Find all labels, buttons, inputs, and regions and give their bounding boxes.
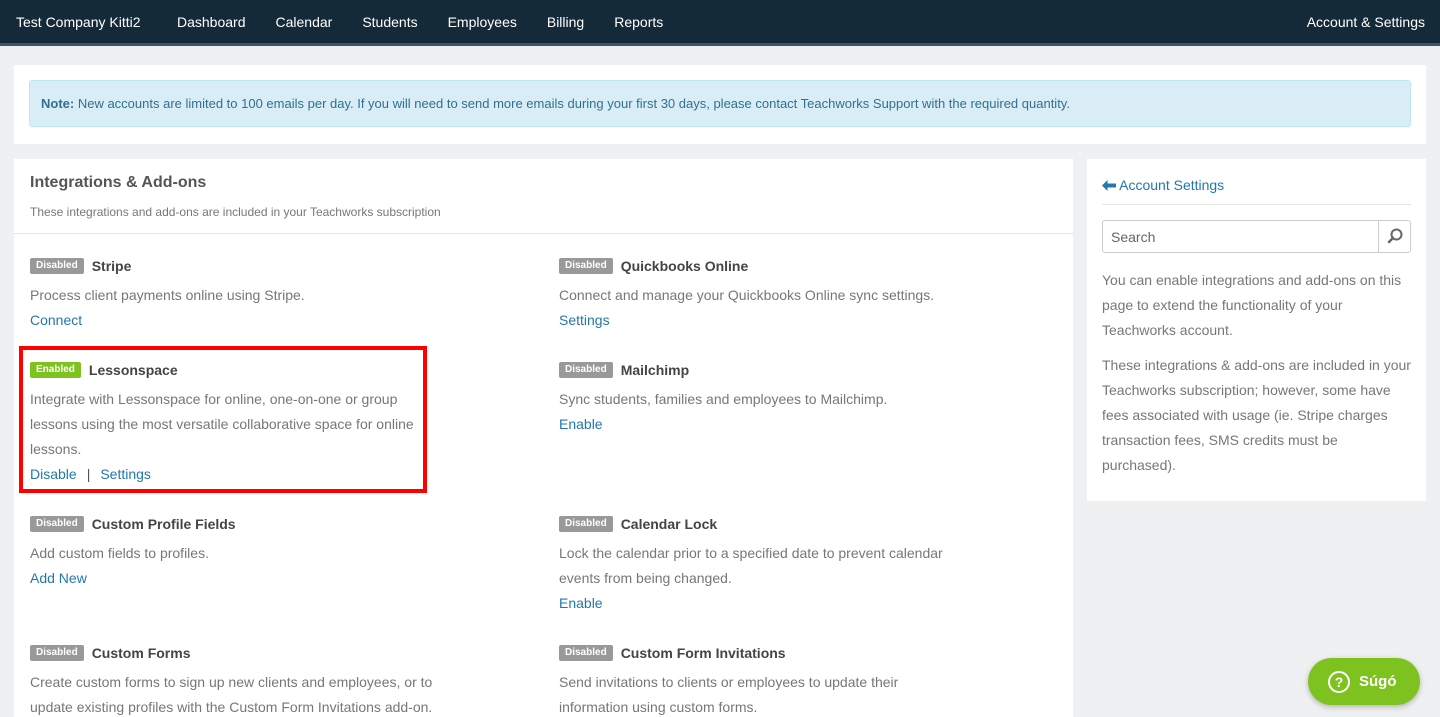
status-badge: Disabled xyxy=(30,258,84,274)
integration-custom-profile-fields: Disabled Custom Profile Fields Add custo… xyxy=(30,516,450,588)
integration-name: Stripe xyxy=(91,258,132,274)
integration-description: Process client payments online using Str… xyxy=(30,287,305,303)
status-badge: Disabled xyxy=(559,258,613,274)
integration-mailchimp: Disabled Mailchimp Sync students, famili… xyxy=(559,362,979,434)
integration-description: Add custom fields to profiles. xyxy=(30,545,209,561)
help-button[interactable]: ? Súgó xyxy=(1308,658,1420,705)
divider xyxy=(1102,204,1411,205)
integration-quickbooks: Disabled Quickbooks Online Connect and m… xyxy=(559,258,979,330)
arrow-left-icon xyxy=(1102,180,1116,191)
connect-link[interactable]: Connect xyxy=(30,312,82,328)
status-badge: Disabled xyxy=(30,516,84,532)
status-badge: Disabled xyxy=(30,645,84,661)
integration-description: Create custom forms to sign up new clien… xyxy=(30,674,433,715)
integration-stripe: Disabled Stripe Process client payments … xyxy=(30,258,450,330)
account-settings-menu[interactable]: Account & Settings xyxy=(1307,14,1425,30)
search-button[interactable] xyxy=(1378,221,1410,252)
sidebar-description-2: These integrations & add-ons are include… xyxy=(1102,357,1411,473)
note-panel: Note: New accounts are limited to 100 em… xyxy=(14,65,1426,144)
nav-billing[interactable]: Billing xyxy=(547,14,584,30)
integration-name: Custom Form Invitations xyxy=(620,645,786,661)
integration-custom-form-invitations: Disabled Custom Form Invitations Send in… xyxy=(559,645,919,717)
integration-calendar-lock: Disabled Calendar Lock Lock the calendar… xyxy=(559,516,959,613)
integration-description: Lock the calendar prior to a specified d… xyxy=(559,545,943,586)
top-navbar: Test Company Kitti2 Dashboard Calendar S… xyxy=(0,0,1440,46)
question-icon: ? xyxy=(1328,670,1350,693)
highlight-box xyxy=(19,346,427,493)
page-title: Integrations & Add-ons xyxy=(30,174,207,191)
add-new-link[interactable]: Add New xyxy=(30,570,87,586)
integration-description: Sync students, families and employees to… xyxy=(559,391,888,407)
enable-link[interactable]: Enable xyxy=(559,416,603,432)
sidebar-panel: Account Settings You can enable integrat… xyxy=(1087,159,1426,501)
status-badge: Disabled xyxy=(559,516,613,532)
nav-calendar[interactable]: Calendar xyxy=(276,14,333,30)
search-box xyxy=(1102,220,1411,253)
email-limit-alert: Note: New accounts are limited to 100 em… xyxy=(29,80,1411,127)
integration-custom-forms: Disabled Custom Forms Create custom form… xyxy=(30,645,445,717)
back-link-label: Account Settings xyxy=(1119,177,1225,193)
divider xyxy=(14,233,1073,234)
settings-link[interactable]: Settings xyxy=(559,312,610,328)
company-brand[interactable]: Test Company Kitti2 xyxy=(16,14,141,30)
integration-description: Send invitations to clients or employees… xyxy=(559,674,899,715)
nav-reports[interactable]: Reports xyxy=(614,14,663,30)
integration-name: Quickbooks Online xyxy=(620,258,749,274)
enable-link[interactable]: Enable xyxy=(559,595,603,611)
help-label: Súgó xyxy=(1359,673,1397,690)
note-label: Note: xyxy=(41,96,75,111)
nav-employees[interactable]: Employees xyxy=(448,14,517,30)
search-icon xyxy=(1387,228,1403,244)
page-subtitle: These integrations and add-ons are inclu… xyxy=(30,205,441,219)
integration-name: Custom Forms xyxy=(91,645,191,661)
back-to-account-settings[interactable]: Account Settings xyxy=(1102,177,1224,193)
status-badge: Disabled xyxy=(559,362,613,378)
integration-description: Connect and manage your Quickbooks Onlin… xyxy=(559,287,935,303)
integration-name: Calendar Lock xyxy=(620,516,718,532)
main-nav: Dashboard Calendar Students Employees Bi… xyxy=(177,14,693,30)
nav-students[interactable]: Students xyxy=(362,14,417,30)
search-input[interactable] xyxy=(1103,221,1378,252)
status-badge: Disabled xyxy=(559,645,613,661)
note-text: New accounts are limited to 100 emails p… xyxy=(74,96,1070,111)
sidebar-description-1: You can enable integrations and add-ons … xyxy=(1102,272,1402,338)
nav-dashboard[interactable]: Dashboard xyxy=(177,14,246,30)
integration-name: Custom Profile Fields xyxy=(91,516,236,532)
integration-name: Mailchimp xyxy=(620,362,690,378)
